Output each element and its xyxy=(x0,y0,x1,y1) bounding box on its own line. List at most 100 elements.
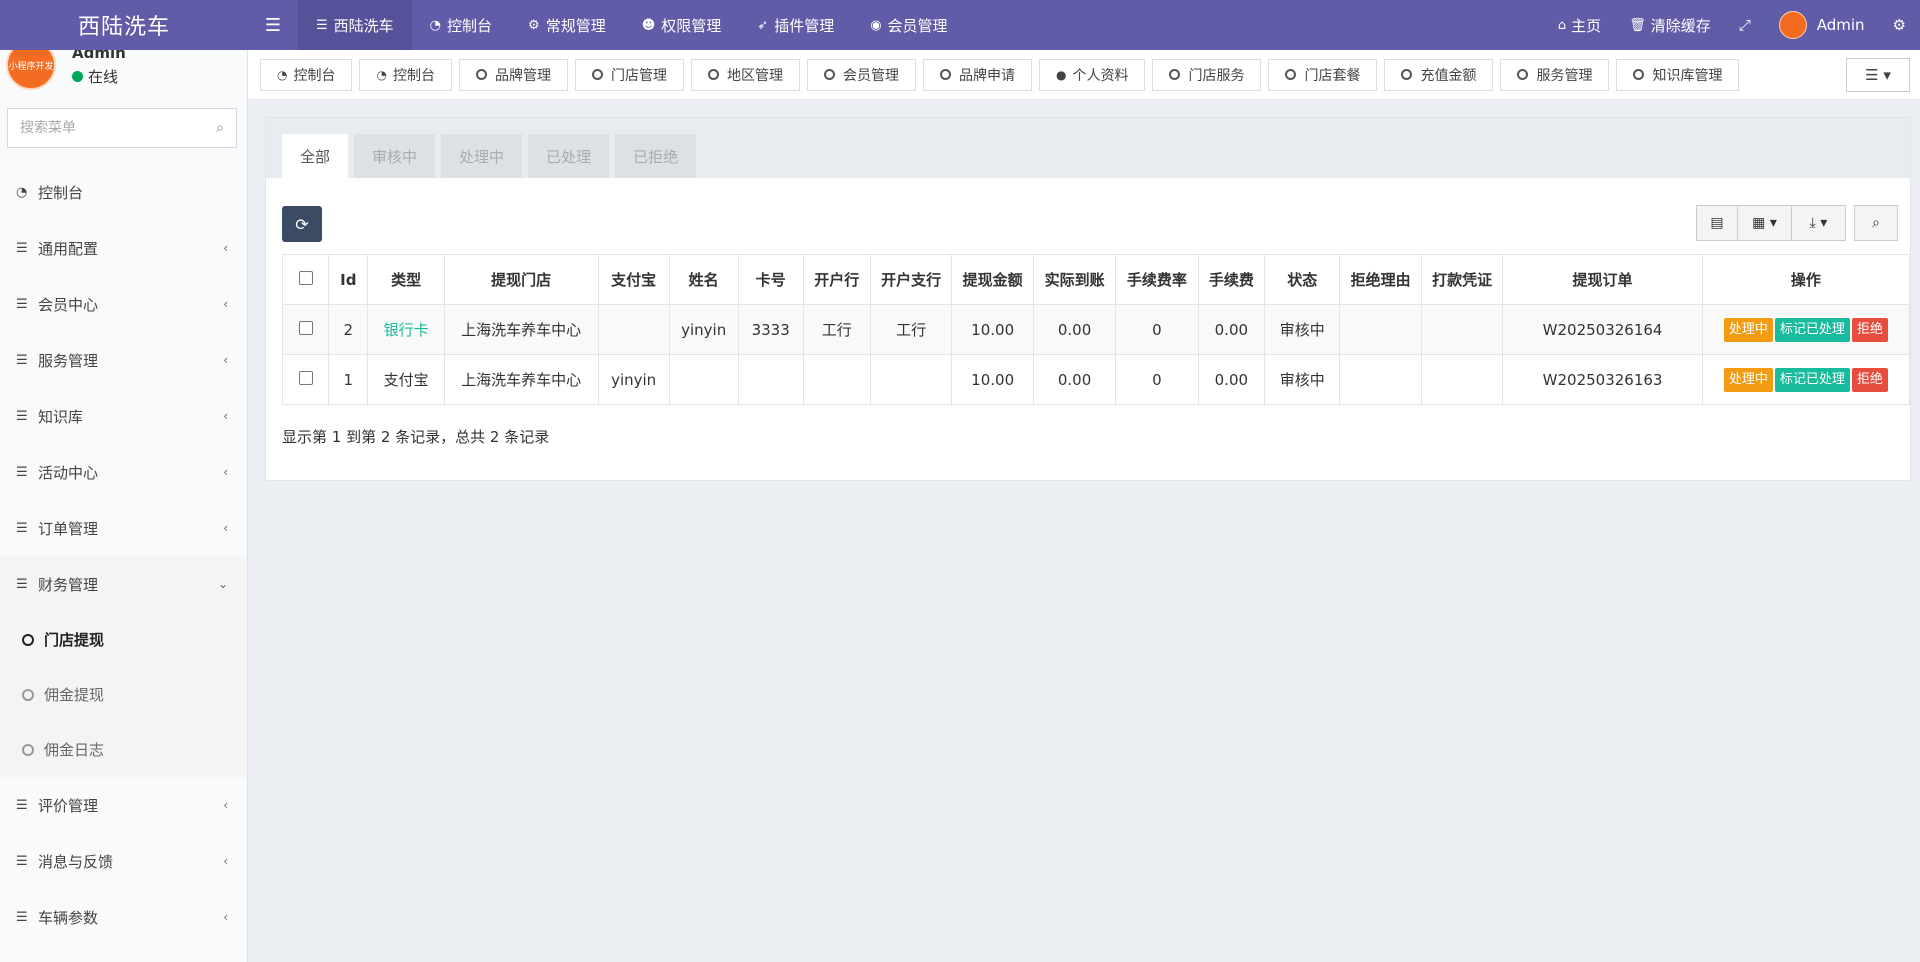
col-amount[interactable]: 提现金额 xyxy=(951,254,1034,305)
chevron-left-icon: ‹ xyxy=(223,465,228,479)
sidebar-item-reviews[interactable]: ☰ 评价管理 ‹ xyxy=(0,777,247,833)
tab-member[interactable]: 会员管理 xyxy=(806,58,916,91)
tab-brand[interactable]: 品牌管理 xyxy=(458,58,568,91)
topnav-dashboard[interactable]: ◔ 控制台 xyxy=(412,0,510,50)
col-id[interactable]: Id xyxy=(328,254,369,305)
columns-icon: ▦ ▾ xyxy=(1752,215,1777,231)
filter-tab-reviewing[interactable]: 审核中 xyxy=(354,134,436,178)
sidebar-item-vehicle[interactable]: ☰ 车辆参数 ‹ xyxy=(0,889,247,945)
tab-store[interactable]: 门店管理 xyxy=(574,58,684,91)
sidebar-toggle-icon[interactable]: ☰ xyxy=(248,0,298,50)
topnav-xilu[interactable]: ☰ 西陆洗车 xyxy=(298,0,412,50)
dashboard-icon: ◔ xyxy=(429,17,442,33)
cell-amount: 10.00 xyxy=(951,354,1034,405)
row-checkbox[interactable] xyxy=(298,370,313,385)
sidebar-item-store-withdraw[interactable]: 门店提现 xyxy=(0,612,247,667)
tab-dashboard-2[interactable]: ◔ 控制台 xyxy=(359,58,452,91)
sidebar-item-knowledge[interactable]: ☰ 知识库 ‹ xyxy=(0,388,247,444)
mark-done-button[interactable]: 标记已处理 xyxy=(1774,317,1850,342)
col-branch[interactable]: 开户支行 xyxy=(869,254,953,305)
home-link[interactable]: ⌂ 主页 xyxy=(1544,0,1615,50)
top-right-nav: ⌂ 主页 🗑 清除缓存 ⤢ Admin ⚙ xyxy=(1544,0,1920,50)
sidebar-item-finance[interactable]: ☰ 财务管理 ⌄ xyxy=(0,556,247,612)
processing-button[interactable]: 处理中 xyxy=(1723,317,1773,342)
columns-button[interactable]: ▦ ▾ xyxy=(1738,205,1792,241)
sidebar-item-commission-log[interactable]: 佣金日志 xyxy=(0,722,247,777)
col-bank[interactable]: 开户行 xyxy=(802,254,871,305)
dashboard-icon: ◔ xyxy=(277,67,288,82)
topnav-general[interactable]: ⚙ 常规管理 xyxy=(510,0,624,50)
reject-button[interactable]: 拒绝 xyxy=(1851,317,1888,342)
brand-logo[interactable]: 西陆洗车 xyxy=(0,0,248,50)
mark-done-button[interactable]: 标记已处理 xyxy=(1774,367,1850,392)
col-type[interactable]: 类型 xyxy=(367,254,445,305)
col-alipay[interactable]: 支付宝 xyxy=(597,254,670,305)
refresh-button[interactable]: ⟳ xyxy=(282,206,322,242)
admin-menu[interactable]: Admin xyxy=(1765,0,1879,50)
cell-actual: 0.00 xyxy=(1032,304,1117,355)
list-icon: ☰ xyxy=(16,909,28,925)
cell-type[interactable]: 银行卡 xyxy=(367,304,445,355)
filter-tab-all[interactable]: 全部 xyxy=(282,134,349,178)
tab-brand-apply[interactable]: 品牌申请 xyxy=(922,58,1032,91)
refresh-icon: ⟳ xyxy=(295,214,309,234)
topnav-member[interactable]: ◉ 会员管理 xyxy=(852,0,965,50)
reject-button[interactable]: 拒绝 xyxy=(1851,367,1888,392)
tab-store-service[interactable]: 门店服务 xyxy=(1152,58,1262,91)
col-store[interactable]: 提现门店 xyxy=(443,254,599,305)
cell-order: W20250326163 xyxy=(1502,354,1703,405)
col-status[interactable]: 状态 xyxy=(1264,254,1341,305)
search-icon[interactable]: ⌕ xyxy=(216,120,224,136)
topnav-permission[interactable]: ☻ 权限管理 xyxy=(624,0,740,50)
filter-tab-processing[interactable]: 处理中 xyxy=(441,134,523,178)
clear-cache-button[interactable]: 🗑 清除缓存 xyxy=(1615,0,1725,50)
sidebar-item-activity[interactable]: ☰ 活动中心 ‹ xyxy=(0,444,247,500)
tabs-dropdown-button[interactable]: ☰ ▾ xyxy=(1846,58,1910,92)
settings-gear-icon[interactable]: ⚙ xyxy=(1879,0,1920,50)
toggle-view-button[interactable]: ▤ xyxy=(1696,205,1738,241)
circle-icon xyxy=(939,69,951,80)
col-name[interactable]: 姓名 xyxy=(668,254,739,305)
processing-button[interactable]: 处理中 xyxy=(1723,367,1773,392)
tab-dashboard[interactable]: ◔ 控制台 xyxy=(260,58,353,91)
sidebar-item-messages[interactable]: ☰ 消息与反馈 ‹ xyxy=(0,833,247,889)
sidebar-item-dashboard[interactable]: ◔ 控制台 xyxy=(0,164,247,220)
col-card[interactable]: 卡号 xyxy=(737,254,804,305)
finance-submenu: 门店提现 佣金提现 佣金日志 xyxy=(0,612,247,777)
cell-store: 上海洗车养车中心 xyxy=(443,354,599,405)
tab-recharge[interactable]: 充值金额 xyxy=(1384,58,1494,91)
circle-icon xyxy=(22,743,34,756)
sidebar-item-service[interactable]: ☰ 服务管理 ‹ xyxy=(0,332,247,388)
select-all-checkbox[interactable] xyxy=(298,270,313,285)
sidebar-item-orders[interactable]: ☰ 订单管理 ‹ xyxy=(0,500,247,556)
col-reason[interactable]: 拒绝理由 xyxy=(1339,254,1422,305)
cell-bank xyxy=(802,354,871,405)
tab-profile[interactable]: ● 个人资料 xyxy=(1038,58,1146,91)
withdraw-table: Id 类型 提现门店 支付宝 姓名 卡号 开户行 开户支行 提现金额 实际到账 … xyxy=(281,254,1911,405)
sidebar-item-general-config[interactable]: ☰ 通用配置 ‹ xyxy=(0,220,247,276)
tab-knowledge[interactable]: 知识库管理 xyxy=(1616,58,1740,91)
export-button[interactable]: ⤓ ▾ xyxy=(1792,205,1846,241)
sidebar-item-member-center[interactable]: ☰ 会员中心 ‹ xyxy=(0,276,247,332)
fullscreen-icon[interactable]: ⤢ xyxy=(1725,0,1765,50)
filter-tab-processed[interactable]: 已处理 xyxy=(528,134,610,178)
cell-status: 审核中 xyxy=(1264,354,1341,405)
sidebar-item-commission-withdraw[interactable]: 佣金提现 xyxy=(0,667,247,722)
col-order[interactable]: 提现订单 xyxy=(1502,254,1703,305)
filter-tab-rejected[interactable]: 已拒绝 xyxy=(615,134,697,178)
chevron-left-icon: ‹ xyxy=(223,910,228,924)
menu-search-input[interactable] xyxy=(20,120,217,136)
col-voucher[interactable]: 打款凭证 xyxy=(1420,254,1504,305)
col-actual[interactable]: 实际到账 xyxy=(1032,254,1117,305)
cell-store: 上海洗车养车中心 xyxy=(443,304,599,355)
col-rate[interactable]: 手续费率 xyxy=(1115,254,1199,305)
tab-store-package[interactable]: 门店套餐 xyxy=(1268,58,1378,91)
topnav-plugin[interactable]: ➶ 插件管理 xyxy=(739,0,852,50)
list-icon: ☰ xyxy=(16,408,28,424)
table-search-button[interactable]: ⌕ xyxy=(1854,205,1898,241)
tab-region[interactable]: 地区管理 xyxy=(690,58,800,91)
row-checkbox[interactable] xyxy=(298,320,313,335)
tab-service[interactable]: 服务管理 xyxy=(1500,58,1610,91)
cell-fee: 0.00 xyxy=(1197,354,1266,405)
col-fee[interactable]: 手续费 xyxy=(1197,254,1266,305)
